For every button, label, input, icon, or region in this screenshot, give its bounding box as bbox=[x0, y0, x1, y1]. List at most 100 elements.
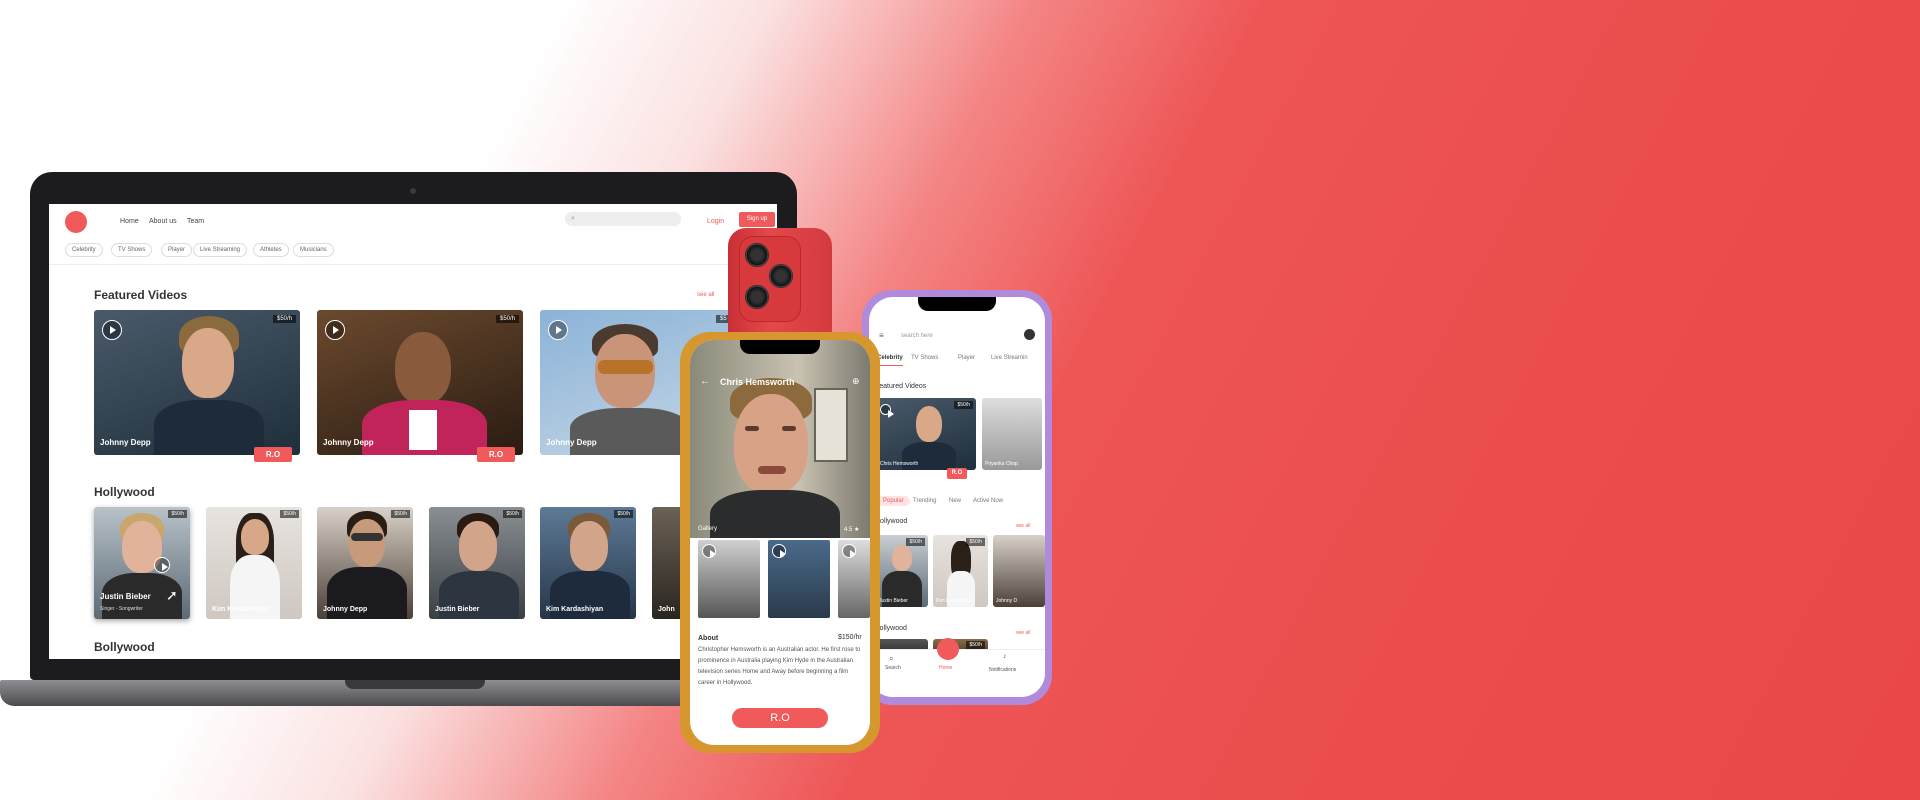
gallery-thumb[interactable] bbox=[698, 540, 760, 618]
gallery-thumb[interactable] bbox=[838, 540, 870, 618]
nav-home[interactable]: Home bbox=[120, 218, 139, 225]
hollywood-subtitle: Singer - Songwriter bbox=[100, 606, 143, 612]
laptop-camera bbox=[410, 188, 416, 194]
divider bbox=[49, 264, 777, 265]
hollywood-card[interactable]: $50/h Justin Bieber Singer - Songwriter … bbox=[94, 507, 190, 619]
category-celebrity[interactable]: Celebrity bbox=[65, 243, 103, 257]
video-hero[interactable] bbox=[690, 340, 870, 550]
nav-about[interactable]: About us bbox=[149, 218, 177, 225]
featured-title: Featured Videos bbox=[875, 383, 927, 390]
featured-card[interactable]: $50/h Johnny Depp bbox=[94, 310, 300, 455]
featured-name: Priyanka Chop bbox=[985, 461, 1018, 467]
hollywood-card[interactable]: $50/h Johnny Depp bbox=[317, 507, 413, 619]
play-icon[interactable] bbox=[102, 320, 122, 340]
featured-name: Chris Hemsworth bbox=[880, 461, 919, 467]
play-icon[interactable] bbox=[154, 557, 170, 573]
category-athletes[interactable]: Athletes bbox=[253, 243, 289, 257]
price-badge: $50/h bbox=[906, 538, 925, 546]
login-link[interactable]: Login bbox=[707, 218, 724, 225]
featured-card[interactable]: Priyanka Chop bbox=[982, 398, 1042, 470]
menu-icon[interactable]: ≡ bbox=[879, 331, 884, 340]
category-tv-shows[interactable]: TV Shows bbox=[111, 243, 153, 257]
price-badge: $50/h bbox=[272, 315, 296, 323]
ro-button[interactable]: R.O bbox=[254, 447, 292, 462]
price-badge: $50/h bbox=[966, 538, 985, 546]
camera-lens bbox=[745, 243, 769, 267]
hollywood-card[interactable]: Johnny D bbox=[993, 535, 1045, 607]
featured-card[interactable]: $50/h Chris Hemsworth bbox=[876, 398, 976, 470]
gallery-thumb[interactable] bbox=[768, 540, 830, 618]
ro-button[interactable]: R.O bbox=[732, 708, 828, 728]
phone-notch bbox=[918, 297, 996, 311]
laptop-notch bbox=[345, 680, 485, 689]
nav-team[interactable]: Team bbox=[187, 218, 204, 225]
hollywood-name: Kim Kardashiyan bbox=[546, 606, 604, 613]
featured-name: Johnny Depp bbox=[323, 438, 374, 447]
price-badge: $50/h bbox=[614, 510, 633, 518]
bell-icon[interactable]: ♪ bbox=[1003, 653, 1007, 660]
home-fab[interactable] bbox=[937, 638, 959, 660]
tab-live-streaming[interactable]: Live Streamin bbox=[991, 355, 1028, 361]
hollywood-card[interactable]: $50/h Justin Bieber bbox=[876, 535, 928, 607]
ro-button[interactable]: R.O bbox=[477, 447, 515, 462]
category-musicians[interactable]: Musicians bbox=[293, 243, 334, 257]
detail-screen: ← Chris Hemsworth ⊕ Gallery 4.5 ★ About … bbox=[690, 340, 870, 745]
hollywood-card[interactable]: $50/h Kim Kardashiyan bbox=[206, 507, 302, 619]
see-all-link[interactable]: see all bbox=[1016, 630, 1030, 636]
play-icon[interactable] bbox=[772, 544, 786, 558]
search-input[interactable]: ⌕ bbox=[565, 212, 681, 226]
nav-search-label[interactable]: Search bbox=[885, 665, 901, 671]
filter-trending[interactable]: Trending bbox=[907, 496, 942, 506]
category-live-streaming[interactable]: Live Streaming bbox=[193, 243, 248, 257]
rating: 4.5 ★ bbox=[844, 527, 860, 533]
price-badge: $50/h bbox=[168, 510, 187, 518]
ro-button[interactable]: R.O bbox=[947, 468, 967, 479]
tab-underline bbox=[877, 365, 903, 366]
nav-notifications-label[interactable]: Notifications bbox=[989, 667, 1016, 673]
gallery-strip bbox=[690, 538, 870, 626]
phone-notch bbox=[740, 340, 820, 354]
featured-name: Johnny Depp bbox=[546, 438, 597, 447]
featured-videos-title: Featured Videos bbox=[94, 288, 188, 302]
hollywood-title: Hollywood bbox=[94, 485, 155, 499]
hollywood-card[interactable]: $50/h Kim Kardashiyan bbox=[933, 535, 988, 607]
filter-new[interactable]: New bbox=[943, 496, 967, 506]
detail-title: Chris Hemsworth bbox=[720, 377, 795, 387]
site-logo[interactable] bbox=[65, 211, 87, 233]
tab-celebrity[interactable]: Celebrity bbox=[877, 355, 903, 361]
play-icon[interactable] bbox=[880, 404, 894, 418]
signup-button[interactable]: Sign up bbox=[739, 212, 775, 227]
play-icon[interactable] bbox=[842, 544, 856, 558]
avatar[interactable] bbox=[1024, 329, 1035, 340]
share-icon[interactable]: ⊕ bbox=[852, 376, 860, 387]
play-icon[interactable] bbox=[548, 320, 568, 340]
filter-active-now[interactable]: Active Now bbox=[967, 496, 1009, 506]
search-icon[interactable]: ⌕ bbox=[889, 654, 893, 664]
nav-home-label[interactable]: Home bbox=[939, 665, 952, 671]
price-badge: $50/h bbox=[966, 641, 985, 649]
play-icon[interactable] bbox=[702, 544, 716, 558]
about-text: Christopher Hemsworth is an Australian a… bbox=[698, 647, 861, 686]
price-badge: $50/h bbox=[503, 510, 522, 518]
about-label: About bbox=[698, 635, 719, 642]
app-home-screen: ≡ search here Celebrity TV Shows Player … bbox=[869, 297, 1045, 697]
camera-lens bbox=[745, 285, 769, 309]
see-all-link[interactable]: see all bbox=[1016, 523, 1030, 529]
tab-tv-shows[interactable]: TV Shows bbox=[911, 355, 938, 361]
hollywood-card[interactable]: $50/h Kim Kardashiyan bbox=[540, 507, 636, 619]
see-all-link[interactable]: see all bbox=[697, 292, 714, 298]
price-badge: $50/h bbox=[954, 401, 973, 409]
category-player[interactable]: Player bbox=[161, 243, 193, 257]
hollywood-name: Johnny Depp bbox=[323, 606, 368, 613]
hollywood-name: Justin Bieber bbox=[879, 598, 908, 604]
play-icon[interactable] bbox=[325, 320, 345, 340]
hollywood-name: John bbox=[658, 606, 675, 613]
tab-player[interactable]: Player bbox=[958, 355, 975, 361]
detail-price: $150/hr bbox=[838, 634, 862, 641]
hollywood-card[interactable]: $50/h Justin Bieber bbox=[429, 507, 525, 619]
featured-card[interactable]: $50/h Johnny Depp bbox=[317, 310, 523, 455]
filter-popular[interactable]: Popular bbox=[877, 496, 910, 506]
price-badge: $50/h bbox=[495, 315, 519, 323]
back-arrow-icon[interactable]: ← bbox=[700, 376, 710, 387]
search-input[interactable]: search here bbox=[901, 333, 933, 339]
